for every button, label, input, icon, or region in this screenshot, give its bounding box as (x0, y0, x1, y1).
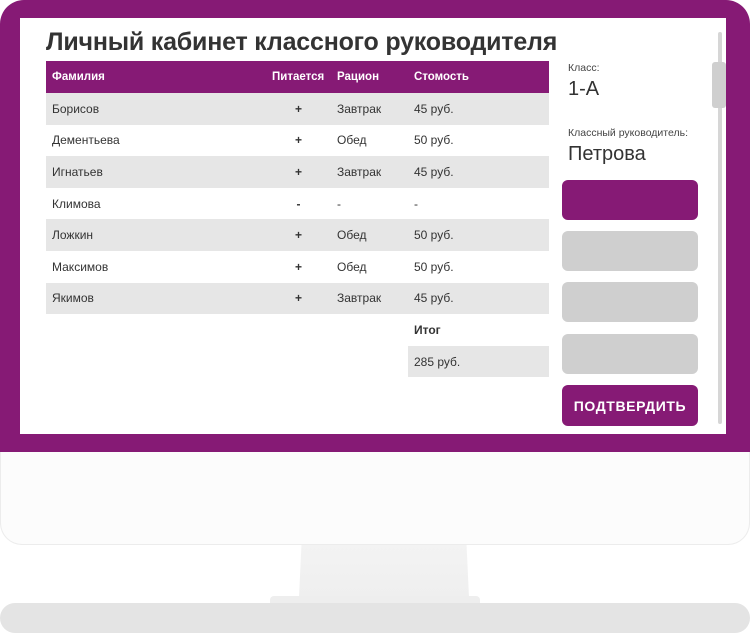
option-slot[interactable] (562, 231, 698, 271)
total-label: Итог (414, 322, 441, 337)
cell-cost: 50 руб. (414, 133, 454, 148)
cell-cost: 50 руб. (408, 219, 549, 251)
table-row[interactable]: Игнатьев + Завтрак 45 руб. (46, 156, 549, 188)
cell-eats: + (266, 156, 331, 188)
class-label: Класс: (568, 62, 600, 74)
cell-cost: 50 руб. (414, 259, 454, 274)
table-header-row: Фамилия Питается Рацион Стомость (46, 61, 549, 93)
cell-ration: - (337, 196, 341, 211)
cell-surname: Игнатьев (46, 156, 266, 188)
col-header-ration: Рацион (331, 61, 408, 93)
screen: Личный кабинет классного руководителя Фа… (20, 18, 726, 434)
table-row[interactable]: Ложкин + Обед 50 руб. (46, 219, 549, 251)
table-row[interactable]: Якимов + Завтрак 45 руб. (46, 282, 549, 315)
class-value: 1-А (568, 78, 600, 100)
cell-cost: 45 руб. (408, 282, 549, 315)
class-info-panel: Класс: 1-А Классный руководитель: Петров… (568, 62, 708, 166)
table-row[interactable]: Климова - - - (46, 188, 549, 220)
cell-ration: Обед (337, 259, 367, 274)
cell-eats: + (266, 282, 331, 315)
cell-cost: - (414, 196, 418, 211)
confirm-button[interactable]: ПОДТВЕРДИТЬ (562, 385, 698, 426)
cell-ration: Обед (331, 219, 408, 251)
monitor-stand-base (0, 603, 750, 633)
cell-surname: Ложкин (46, 219, 266, 251)
col-header-surname: Фамилия (46, 61, 266, 93)
col-header-eats: Питается (266, 61, 331, 93)
option-slot-active[interactable] (562, 180, 698, 220)
option-slot[interactable] (562, 282, 698, 322)
monitor-frame: Личный кабинет классного руководителя Фа… (0, 0, 750, 545)
table-row[interactable]: Максимов + Обед 50 руб. (46, 251, 549, 283)
cell-eats: + (266, 219, 331, 251)
scrollbar-thumb[interactable] (712, 62, 726, 108)
cell-surname: Борисов (46, 93, 266, 125)
cell-eats: + (294, 133, 302, 148)
cell-surname: Дементьева (52, 133, 120, 148)
table-row[interactable]: Борисов + Завтрак 45 руб. (46, 93, 549, 125)
col-header-cost: Стомость (408, 61, 549, 93)
cell-surname: Климова (52, 196, 101, 211)
total-value-row: 285 руб. (46, 345, 549, 378)
cell-ration: Завтрак (331, 93, 408, 125)
cell-surname: Максимов (52, 259, 109, 274)
page-title: Личный кабинет классного руководителя (46, 28, 558, 56)
total-label-row: Итог (46, 314, 549, 346)
cell-surname: Якимов (46, 282, 266, 315)
students-table: Фамилия Питается Рацион Стомость Борисов… (46, 61, 549, 378)
cell-eats: + (294, 259, 302, 274)
table-row[interactable]: Дементьева + Обед 50 руб. (46, 125, 549, 157)
cell-cost: 45 руб. (408, 156, 549, 188)
cell-ration: Завтрак (331, 156, 408, 188)
teacher-value: Петрова (568, 143, 646, 165)
total-value: 285 руб. (408, 345, 549, 378)
cell-eats: + (266, 93, 331, 125)
option-slot[interactable] (562, 334, 698, 374)
cell-ration: Завтрак (331, 282, 408, 315)
cell-eats: - (296, 196, 301, 211)
cell-cost: 45 руб. (408, 93, 549, 125)
cell-ration: Обед (337, 133, 367, 148)
monitor-chin (0, 452, 750, 545)
teacher-label: Классный руководитель: (568, 127, 688, 139)
